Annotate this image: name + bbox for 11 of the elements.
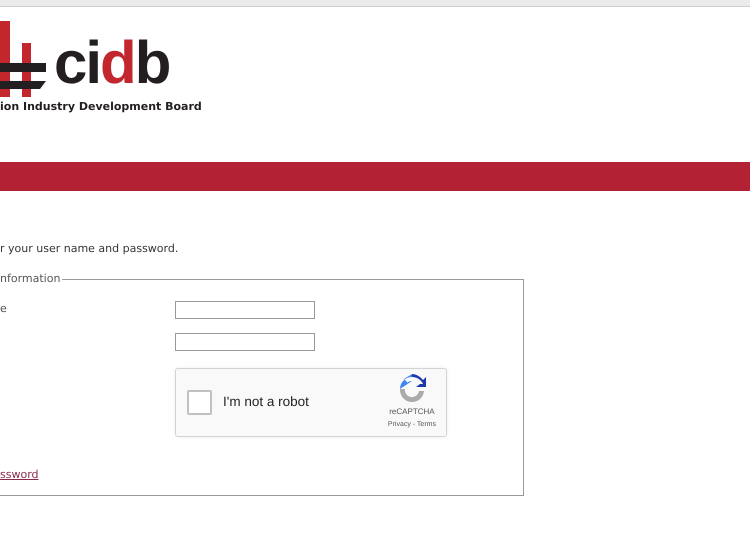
captcha-label: I'm not a robot: [223, 392, 310, 411]
captcha-checkbox[interactable]: [187, 390, 212, 414]
recaptcha-brand: reCAPTCHA: [389, 406, 435, 418]
field-label: e: [0, 301, 8, 318]
logo-tagline: ion Industry Development Board: [0, 99, 203, 115]
fieldset-legend: nformation: [0, 271, 62, 288]
forgot-password-link[interactable]: ssword: [0, 466, 38, 483]
input-field[interactable]: [175, 332, 315, 350]
instructions-text: r your user name and password.: [0, 241, 180, 257]
input-field[interactable]: [175, 300, 315, 318]
logo-text: cidb: [54, 33, 170, 93]
